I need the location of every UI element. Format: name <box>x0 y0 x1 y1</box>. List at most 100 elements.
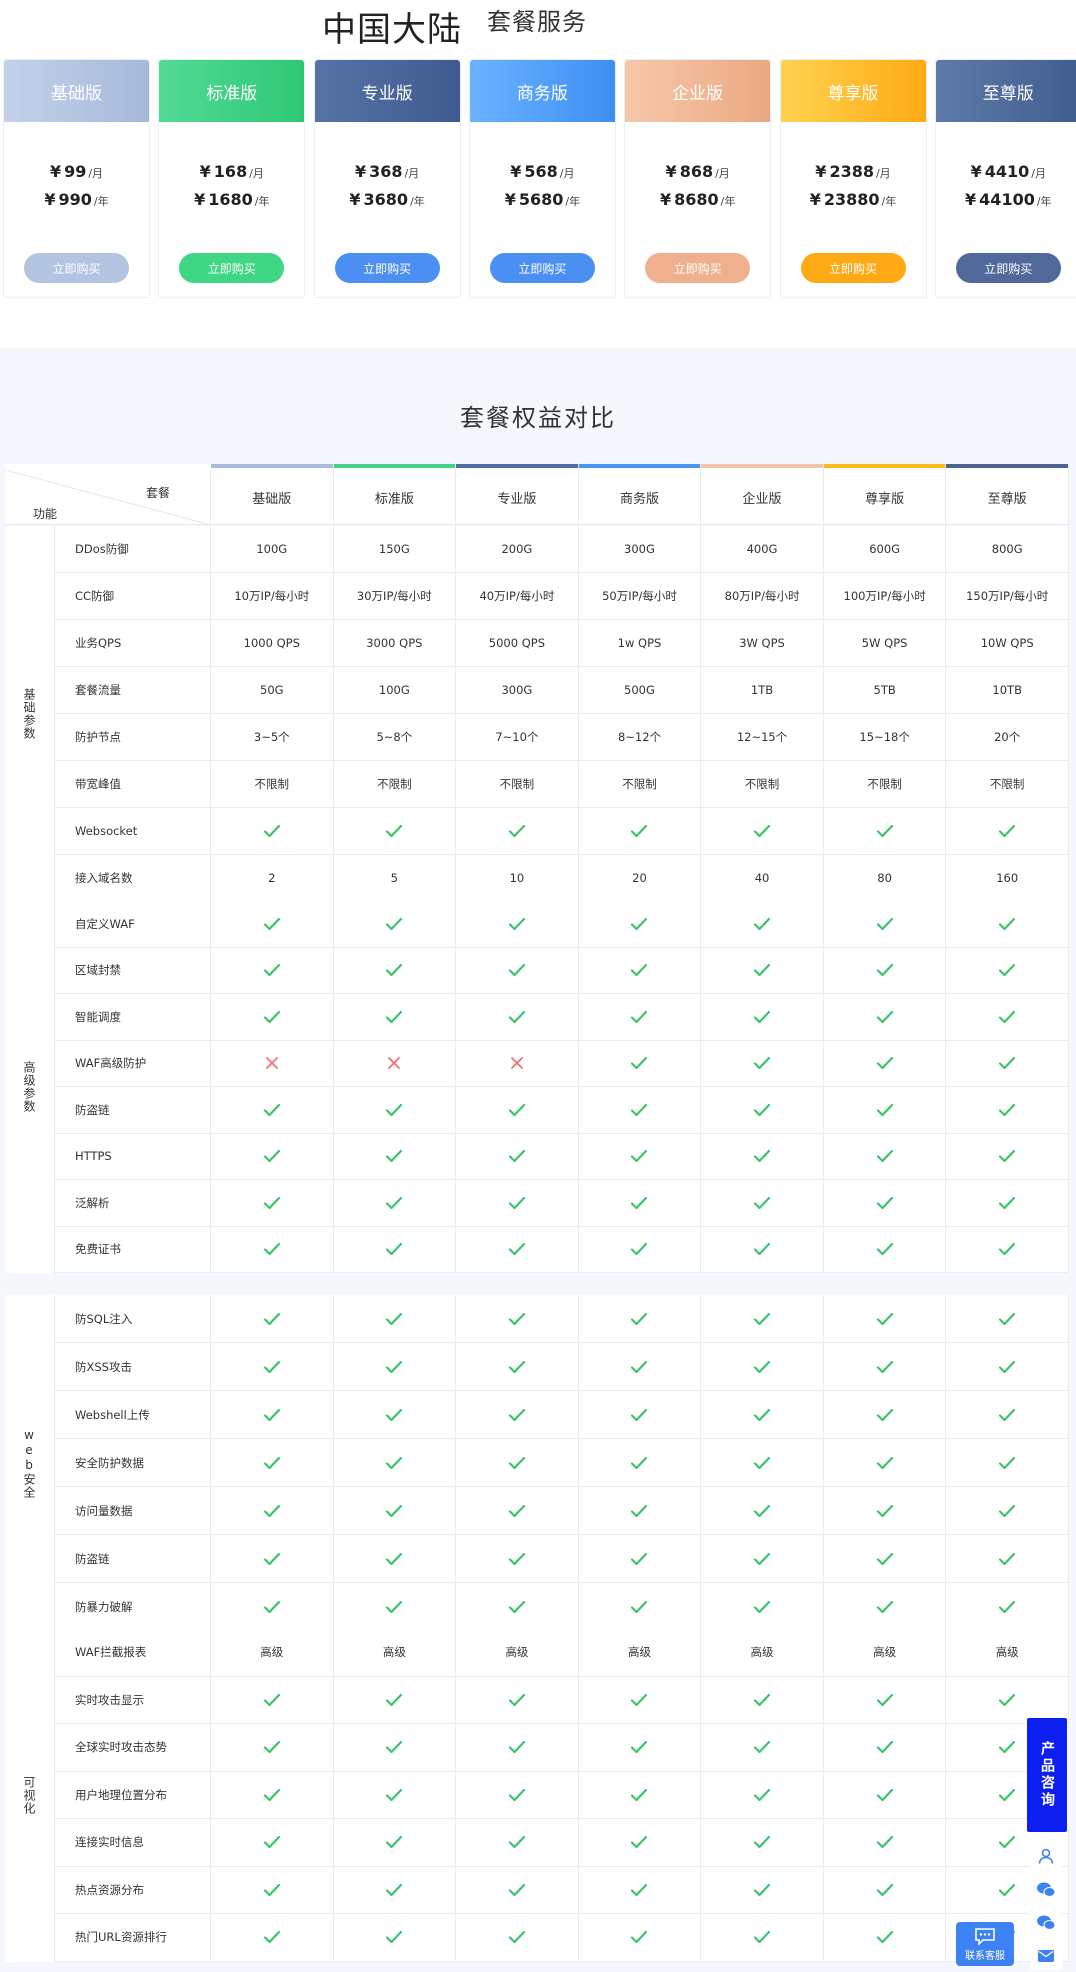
table-cell: 3~5个 <box>211 714 334 760</box>
feature-name: 访问量数据 <box>55 1487 211 1534</box>
table-cell: 500G <box>579 667 702 713</box>
table-cell <box>946 1295 1069 1342</box>
check-icon <box>508 1196 526 1210</box>
table-cell <box>824 1487 947 1534</box>
cell-value: 800G <box>991 542 1023 556</box>
table-cell: 不限制 <box>946 761 1069 807</box>
pricing-cards: 基础版 ¥99/月 ¥990/年 立即购买 标准版 ¥168/月 ¥1680/年 立即购买 专业… <box>3 59 1076 298</box>
table-cell <box>701 1676 824 1723</box>
cell-value: 40 <box>754 871 770 885</box>
check-icon <box>753 1835 771 1849</box>
table-cell: 10 <box>456 855 579 901</box>
check-icon <box>998 917 1016 931</box>
check-icon <box>876 1196 894 1210</box>
buy-now-button[interactable]: 立即购买 <box>955 253 1061 283</box>
buy-now-button[interactable]: 立即购买 <box>489 253 595 283</box>
check-icon <box>998 1408 1016 1422</box>
buy-now-button[interactable]: 立即购买 <box>179 253 285 283</box>
table-cell: 高级 <box>334 1629 457 1676</box>
group-label-text: 可视化 <box>22 1775 36 1815</box>
check-icon <box>753 1552 771 1566</box>
table-cell <box>456 1087 579 1133</box>
mail-icon[interactable] <box>1030 1942 1062 1970</box>
table-row: CC防御 10万IP/每小时 30万IP/每小时 40万IP/每小时 50万IP/每小时… <box>55 573 1069 620</box>
user-icon[interactable] <box>1030 1842 1062 1870</box>
contact-service-button[interactable]: 联系客服 <box>956 1922 1014 1966</box>
table-cell <box>824 1819 947 1866</box>
check-icon <box>508 1835 526 1849</box>
check-icon <box>263 824 281 838</box>
cell-value: 200G <box>501 542 533 556</box>
plan-card-header: 商务版 <box>469 60 615 122</box>
table-cell: 1w QPS <box>579 620 702 666</box>
group-label: 可视化 <box>5 1629 55 1962</box>
plan-name: 专业版 <box>361 83 413 104</box>
table-cell <box>824 1866 947 1913</box>
buy-now-button[interactable]: 立即购买 <box>334 253 440 283</box>
table-cell <box>579 1040 702 1086</box>
table-cell <box>334 1819 457 1866</box>
check-icon <box>753 1360 771 1374</box>
table-cell <box>456 994 579 1040</box>
table-row: HTTPS <box>55 1133 1069 1180</box>
plan-name: 标准版 <box>206 83 258 104</box>
table-cell: 200G <box>456 526 579 572</box>
currency-symbol: ¥ <box>965 190 977 209</box>
table-cell <box>701 808 824 854</box>
table-cell: 300G <box>456 667 579 713</box>
check-icon <box>876 1056 894 1070</box>
check-icon <box>385 1149 403 1163</box>
check-icon <box>630 963 648 977</box>
check-icon <box>385 1242 403 1256</box>
check-icon <box>630 917 648 931</box>
wechat-icon[interactable] <box>1030 1909 1062 1937</box>
feature-name: Websocket <box>55 808 211 854</box>
table-cell <box>701 947 824 993</box>
check-icon <box>998 1103 1016 1117</box>
check-icon <box>753 1010 771 1024</box>
plan-card-header: 尊享版 <box>780 60 926 122</box>
table-cell <box>334 1391 457 1438</box>
check-icon <box>385 1456 403 1470</box>
plan-color-bar <box>578 464 701 468</box>
check-icon <box>508 1149 526 1163</box>
product-consult-button[interactable]: 产品咨询 <box>1027 1718 1067 1832</box>
cell-value: 80万IP/每小时 <box>724 589 800 603</box>
table-cell <box>824 1180 947 1226</box>
cell-value: 160 <box>996 871 1019 885</box>
table-cell <box>701 994 824 1040</box>
buy-now-button[interactable]: 立即购买 <box>645 253 751 283</box>
table-cell <box>579 1914 702 1961</box>
buy-now-button[interactable]: 立即购买 <box>24 253 129 283</box>
check-icon <box>630 1600 648 1614</box>
feature-group: 基础参数 DDos防御 100G 150G 200G 300G 400G 600G 800G CC… <box>5 526 1069 902</box>
check-icon <box>753 824 771 838</box>
check-icon <box>385 824 403 838</box>
table-row: 连接实时信息 <box>55 1819 1069 1867</box>
monthly-price-unit: /月 <box>1031 167 1046 180</box>
cell-value: 40万IP/每小时 <box>479 589 555 603</box>
plan-column-name: 至尊版 <box>987 492 1027 507</box>
check-icon <box>876 1312 894 1326</box>
cross-icon <box>387 1056 401 1070</box>
plan-color-bar <box>823 464 946 468</box>
cell-value: 3~5个 <box>253 730 290 744</box>
feature-name: 带宽峰值 <box>55 761 211 807</box>
table-row: 防XSS攻击 <box>55 1343 1069 1391</box>
wechat-icon[interactable] <box>1030 1876 1062 1904</box>
table-cell <box>456 1180 579 1226</box>
check-icon <box>753 1600 771 1614</box>
check-icon <box>998 963 1016 977</box>
check-icon <box>263 1103 281 1117</box>
plan-column-name: 尊享版 <box>865 492 905 507</box>
table-cell <box>701 1133 824 1179</box>
monthly-price: ¥4410/月 <box>936 162 1076 181</box>
plan-card: 企业版 ¥868/月 ¥8680/年 立即购买 <box>624 59 772 298</box>
table-cell <box>946 1133 1069 1179</box>
check-icon <box>263 1788 281 1802</box>
check-icon <box>508 1456 526 1470</box>
buy-now-button[interactable]: 立即购买 <box>800 253 906 283</box>
table-row: 热点资源分布 <box>55 1866 1069 1914</box>
plan-color-bar <box>456 464 578 468</box>
table-cell: 1000 QPS <box>211 620 334 666</box>
